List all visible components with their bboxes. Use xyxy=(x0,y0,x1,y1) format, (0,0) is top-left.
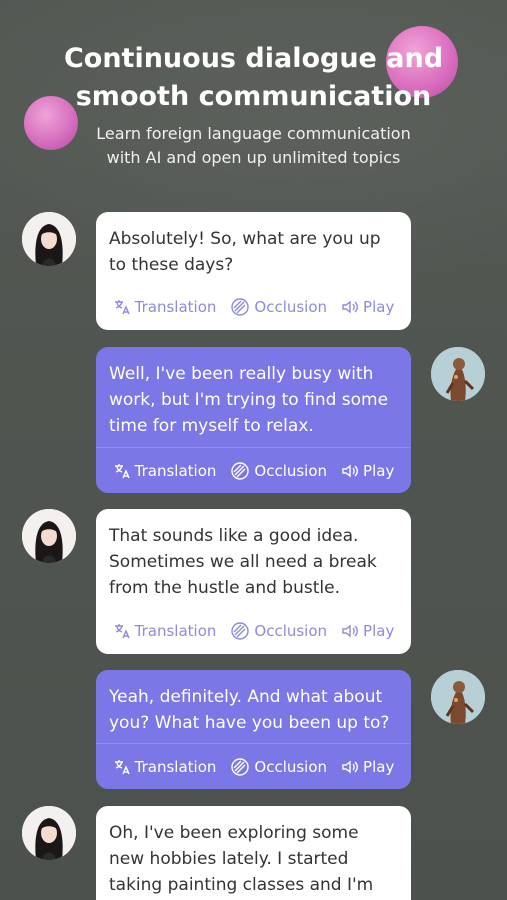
message-text: Yeah, definitely. And what about you? Wh… xyxy=(109,687,390,733)
occlusion-icon xyxy=(231,622,250,640)
message-bubble-ai: That sounds like a good idea. Sometimes … xyxy=(96,509,411,654)
subtitle-line-2: with AI and open up unlimited topics xyxy=(106,148,401,167)
translation-button[interactable]: Translation xyxy=(113,757,217,776)
message-bubble-user: Well, I've been really busy with work, b… xyxy=(96,347,411,493)
play-label: Play xyxy=(363,757,395,776)
message-bubble-user: Yeah, definitely. And what about you? Wh… xyxy=(96,670,411,789)
ai-avatar-icon xyxy=(22,806,76,860)
message-text: Well, I've been really busy with work, b… xyxy=(109,364,389,436)
occlusion-button[interactable]: Occlusion xyxy=(230,461,327,481)
page-title: Continuous dialogue and smooth communica… xyxy=(0,40,507,116)
ai-avatar xyxy=(22,806,76,860)
occlusion-label: Occlusion xyxy=(254,622,328,640)
ai-avatar-icon xyxy=(22,509,76,563)
occlusion-label: Occlusion xyxy=(254,461,328,480)
page-subtitle: Learn foreign language communication wit… xyxy=(0,122,507,170)
message-actions: Translation Occlusion Play xyxy=(96,608,411,654)
play-button[interactable]: Play xyxy=(341,622,394,640)
message-bubble-ai: Absolutely! So, what are you up to these… xyxy=(96,212,411,330)
user-avatar-icon xyxy=(431,670,485,724)
ai-avatar xyxy=(22,509,76,563)
translate-icon xyxy=(114,624,130,639)
translation-label: Translation xyxy=(134,757,217,776)
translate-icon xyxy=(114,300,130,315)
translation-button[interactable]: Translation xyxy=(113,461,217,480)
user-avatar xyxy=(431,670,485,724)
translation-button[interactable]: Translation xyxy=(113,298,217,316)
occlusion-icon xyxy=(231,298,250,316)
translation-button[interactable]: Translation xyxy=(113,622,217,640)
speaker-icon xyxy=(342,464,358,477)
play-label: Play xyxy=(363,461,395,480)
title-line-2: smooth communication xyxy=(75,81,432,112)
play-button[interactable]: Play xyxy=(341,462,394,480)
speaker-icon xyxy=(342,624,358,638)
message-bubble-ai: Oh, I've been exploring some new hobbies… xyxy=(96,806,411,900)
translation-label: Translation xyxy=(134,622,217,640)
occlusion-icon xyxy=(231,461,250,480)
ai-avatar xyxy=(22,212,76,266)
play-button[interactable]: Play xyxy=(341,298,394,316)
play-label: Play xyxy=(363,298,395,316)
speaker-icon xyxy=(342,760,358,773)
message-actions: Translation Occlusion Play xyxy=(96,447,411,493)
title-line-1: Continuous dialogue and xyxy=(63,43,444,74)
message-text: Oh, I've been exploring some new hobbies… xyxy=(109,823,374,895)
subtitle-line-1: Learn foreign language communication xyxy=(96,124,411,143)
occlusion-button[interactable]: Occlusion xyxy=(230,621,327,641)
occlusion-label: Occlusion xyxy=(254,757,328,776)
occlusion-icon xyxy=(231,757,250,776)
play-label: Play xyxy=(363,622,395,640)
speaker-icon xyxy=(342,300,358,314)
occlusion-button[interactable]: Occlusion xyxy=(230,297,327,317)
message-text: Absolutely! So, what are you up to these… xyxy=(109,229,381,275)
translation-label: Translation xyxy=(134,298,217,316)
occlusion-button[interactable]: Occlusion xyxy=(230,757,327,777)
message-actions: Translation Occlusion Play xyxy=(96,284,411,330)
translate-icon xyxy=(114,463,130,478)
message-text: That sounds like a good idea. Sometimes … xyxy=(109,526,377,598)
play-button[interactable]: Play xyxy=(341,758,394,776)
ai-avatar-icon xyxy=(22,212,76,266)
occlusion-label: Occlusion xyxy=(254,298,328,316)
translation-label: Translation xyxy=(134,461,217,480)
translate-icon xyxy=(114,759,130,774)
user-avatar xyxy=(431,347,485,401)
user-avatar-icon xyxy=(431,347,485,401)
message-actions: Translation Occlusion Play xyxy=(96,743,411,789)
